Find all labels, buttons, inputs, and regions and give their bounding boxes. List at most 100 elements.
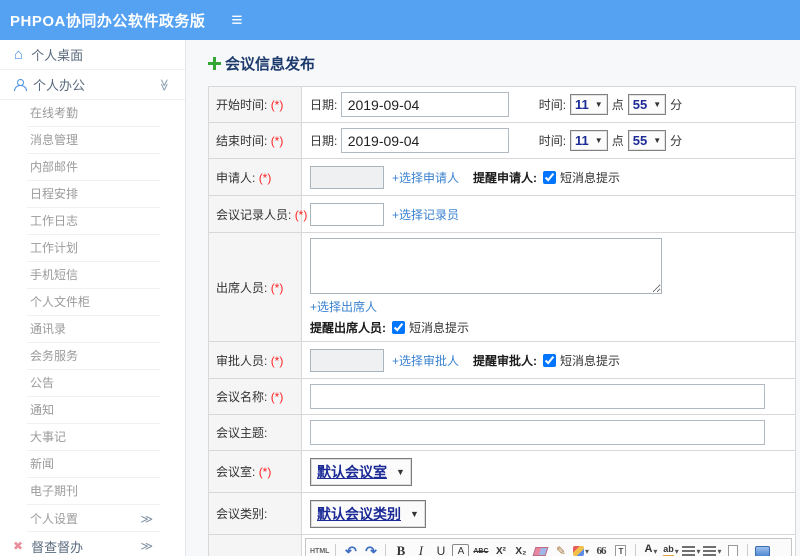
table-row: 会议名称: (*) xyxy=(208,378,796,415)
top-bar: PHPOA协同办公软件政务版 ≡ xyxy=(0,0,800,40)
sidebar-item-supervision[interactable]: ✖ 督查督办 ≫ xyxy=(0,532,185,556)
table-row: 会议室: (*) 默认会议室 ▼ xyxy=(208,450,796,493)
strikethrough-button[interactable]: ABC xyxy=(472,542,489,556)
choose-applicant-link[interactable]: +选择申请人 xyxy=(392,169,459,186)
chevron-down-icon: ≫ xyxy=(157,78,172,91)
meeting-subject-input[interactable] xyxy=(310,420,765,445)
end-hour-select[interactable]: 11 ▼ xyxy=(570,130,608,151)
sidebar-item-label: 个人设置 xyxy=(30,512,79,526)
highlight-color-button[interactable]: ab ▾ xyxy=(662,542,679,556)
applicant-label: 申请人: (*) xyxy=(216,170,272,185)
sidebar-item-schedule[interactable]: 日程安排 xyxy=(0,181,185,208)
sidebar-item-work-plan[interactable]: 工作计划 xyxy=(0,235,185,262)
sidebar-item-announcements[interactable]: 公告 xyxy=(0,370,185,397)
hamburger-menu-icon[interactable]: ≡ xyxy=(231,11,242,30)
sidebar-item-conference-service[interactable]: 会务服务 xyxy=(0,343,185,370)
underline-button[interactable]: U xyxy=(432,542,449,556)
time-label: 时间: xyxy=(538,98,567,112)
chevron-down-icon: ▼ xyxy=(653,136,662,145)
sms-hint-label: 短消息提示 xyxy=(409,321,470,335)
sidebar-item-contacts[interactable]: 通讯录 xyxy=(0,316,185,343)
sidebar-item-memorabilia[interactable]: 大事记 xyxy=(0,424,185,451)
sidebar-item-notices[interactable]: 通知 xyxy=(0,397,185,424)
applicant-sms-checkbox[interactable] xyxy=(543,170,557,184)
chevron-down-icon: ▼ xyxy=(594,136,603,145)
time-label: 时间: xyxy=(538,134,567,148)
sidebar-item-messages[interactable]: 消息管理 xyxy=(0,127,185,154)
meeting-category-select[interactable]: 默认会议类别 ▼ xyxy=(310,499,426,528)
ordered-list-button[interactable]: ▾ xyxy=(682,542,700,556)
chevron-down-icon: ▼ xyxy=(396,466,405,477)
meeting-form: 开始时间: (*) 日期: 时间: 11▼ 点 55▼ 分 结束时间: (*) xyxy=(208,86,796,556)
date-label: 日期: xyxy=(310,98,338,112)
start-hour-select[interactable]: 11 ▼ xyxy=(570,94,608,115)
table-row: 开始时间: (*) 日期: 时间: 11▼ 点 55▼ 分 xyxy=(208,86,796,123)
recorder-input[interactable] xyxy=(310,202,384,226)
choose-attendees-link[interactable]: +选择出席人 xyxy=(310,298,377,315)
supervision-icon: ✖ xyxy=(13,539,24,553)
applicant-input[interactable] xyxy=(310,165,384,189)
end-minute-select[interactable]: 55 ▼ xyxy=(627,130,667,151)
redo-icon[interactable]: ↷ xyxy=(362,542,379,556)
html-source-button[interactable]: HTML xyxy=(310,542,329,556)
table-row: 会议记录人员: (*) +选择记录员 xyxy=(208,195,796,233)
sidebar-item-sms[interactable]: 手机短信 xyxy=(0,262,185,289)
font-style-button[interactable]: A xyxy=(452,544,470,556)
attendees-sms-checkbox[interactable] xyxy=(392,321,405,334)
sms-hint-label: 短消息提示 xyxy=(560,170,621,185)
italic-button[interactable]: I xyxy=(412,542,429,556)
superscript-button[interactable]: X² xyxy=(492,542,509,556)
home-icon: ⌂ xyxy=(14,46,24,63)
approver-sms-checkbox[interactable] xyxy=(543,353,557,367)
format-brush-button[interactable]: ✎ xyxy=(552,542,569,556)
start-date-input[interactable] xyxy=(340,92,509,117)
main-content: 会议信息发布 开始时间: (*) 日期: 时间: 11▼ 点 55▼ 分 xyxy=(187,40,800,556)
sidebar-item-office[interactable]: 个人办公 ≫ xyxy=(0,70,185,100)
unordered-list-button[interactable]: ▾ xyxy=(703,542,721,556)
sidebar-item-file-cabinet[interactable]: 个人文件柜 xyxy=(0,289,185,316)
sidebar-item-internal-mail[interactable]: 内部邮件 xyxy=(0,154,185,181)
remove-format-button[interactable] xyxy=(532,542,549,556)
fullscreen-button[interactable] xyxy=(754,542,771,556)
app-window: PHPOA协同办公软件政务版 ≡ ⌂ 个人桌面 个人办公 ≫ 在线考勤 消息管理… xyxy=(0,0,800,556)
paste-as-text-button[interactable]: T xyxy=(612,542,629,556)
attendees-textarea[interactable] xyxy=(310,238,662,294)
sidebar-item-work-log[interactable]: 工作日志 xyxy=(0,208,185,235)
sidebar-item-desktop[interactable]: ⌂ 个人桌面 xyxy=(0,40,185,70)
paint-format-button[interactable]: ▾ xyxy=(572,542,589,556)
sidebar-item-e-journal[interactable]: 电子期刊 xyxy=(0,478,185,505)
font-color-button[interactable]: A ▾ xyxy=(642,542,659,556)
monitor-icon xyxy=(755,545,771,556)
choose-approver-link[interactable]: +选择审批人 xyxy=(392,352,459,369)
approver-input[interactable] xyxy=(310,348,384,372)
undo-icon[interactable]: ↶ xyxy=(342,542,359,556)
remind-applicant-label: 提醒申请人: xyxy=(473,170,538,185)
meeting-subject-label: 会议主题: xyxy=(216,426,268,440)
page-icon xyxy=(727,545,738,556)
start-minute-select[interactable]: 55 ▼ xyxy=(627,94,667,115)
toolbar-separator xyxy=(635,543,637,556)
meeting-name-input[interactable] xyxy=(310,384,765,409)
end-date-input[interactable] xyxy=(340,128,509,153)
meeting-room-select[interactable]: 默认会议室 ▼ xyxy=(310,457,412,486)
chevron-down-icon: ▼ xyxy=(653,100,662,109)
table-row: 会议类别: 默认会议类别 ▼ xyxy=(208,492,796,535)
meeting-room-label: 会议室: (*) xyxy=(216,465,272,479)
choose-recorder-link[interactable]: +选择记录员 xyxy=(392,206,459,223)
approver-label: 审批人员: (*) xyxy=(216,353,284,368)
page-title: 会议信息发布 xyxy=(208,53,800,74)
app-title: PHPOA协同办公软件政务版 xyxy=(10,12,206,30)
sidebar-item-attendance[interactable]: 在线考勤 xyxy=(0,100,185,127)
new-page-button[interactable] xyxy=(724,542,741,556)
meeting-name-label: 会议名称: (*) xyxy=(216,390,284,404)
rich-text-editor: HTML ↶ ↷ B I U A ABC X² X₂ ✎ ▾ 66 T A ▾ … xyxy=(305,538,792,556)
sidebar-item-news[interactable]: 新闻 xyxy=(0,451,185,478)
subscript-button[interactable]: X₂ xyxy=(512,542,529,556)
sidebar-item-label: 个人桌面 xyxy=(31,48,84,63)
toolbar-separator xyxy=(747,543,749,556)
list-icon xyxy=(703,545,717,556)
sidebar-item-settings[interactable]: 个人设置 ≫ xyxy=(0,505,185,532)
blockquote-button[interactable]: 66 xyxy=(592,542,609,556)
bold-button[interactable]: B xyxy=(392,542,409,556)
chevron-right-icon: ≫ xyxy=(140,511,153,526)
